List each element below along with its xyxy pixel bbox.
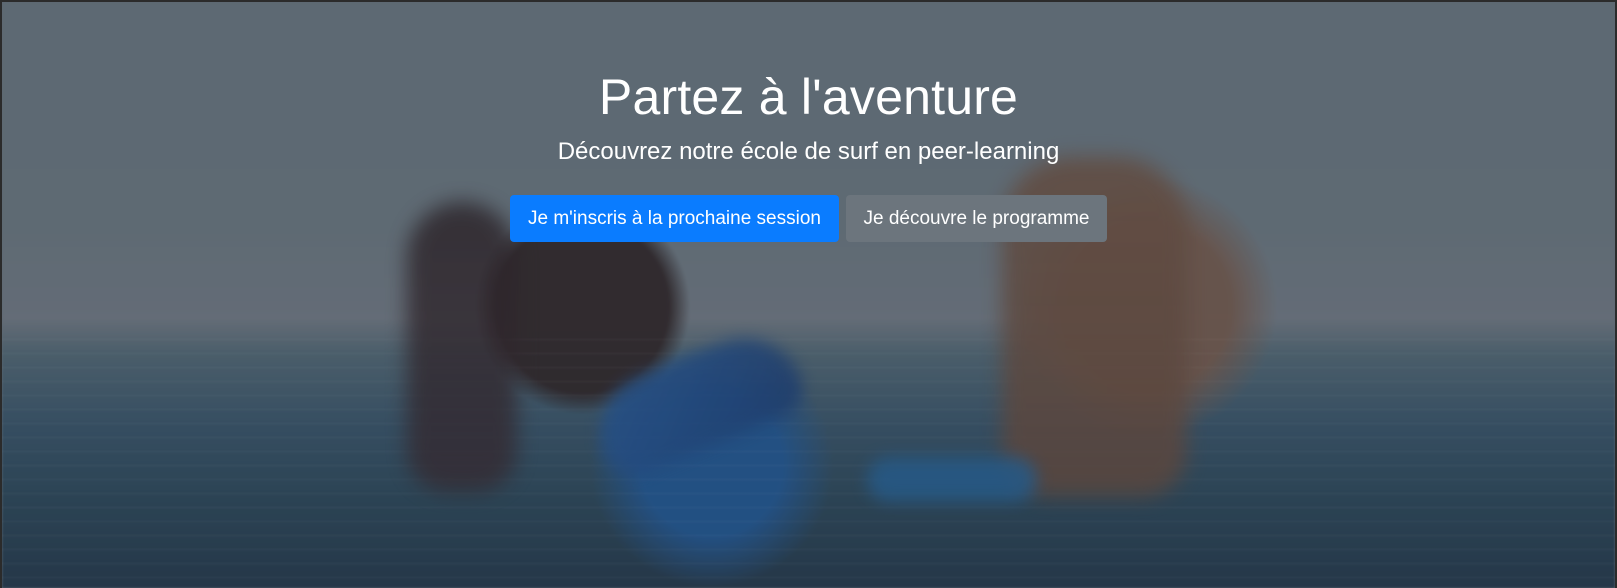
hero-subtitle: Découvrez notre école de surf en peer-le… bbox=[557, 137, 1060, 165]
hero-content: Partez à l'aventure Découvrez notre écol… bbox=[2, 69, 1615, 243]
hero-actions: Je m'inscris à la prochaine session Je d… bbox=[2, 195, 1615, 243]
signup-next-session-button[interactable]: Je m'inscris à la prochaine session bbox=[510, 195, 839, 243]
hero-title: Partez à l'aventure bbox=[598, 69, 1019, 125]
discover-program-button[interactable]: Je découvre le programme bbox=[846, 195, 1107, 243]
hero-section: Partez à l'aventure Découvrez notre écol… bbox=[0, 0, 1617, 588]
